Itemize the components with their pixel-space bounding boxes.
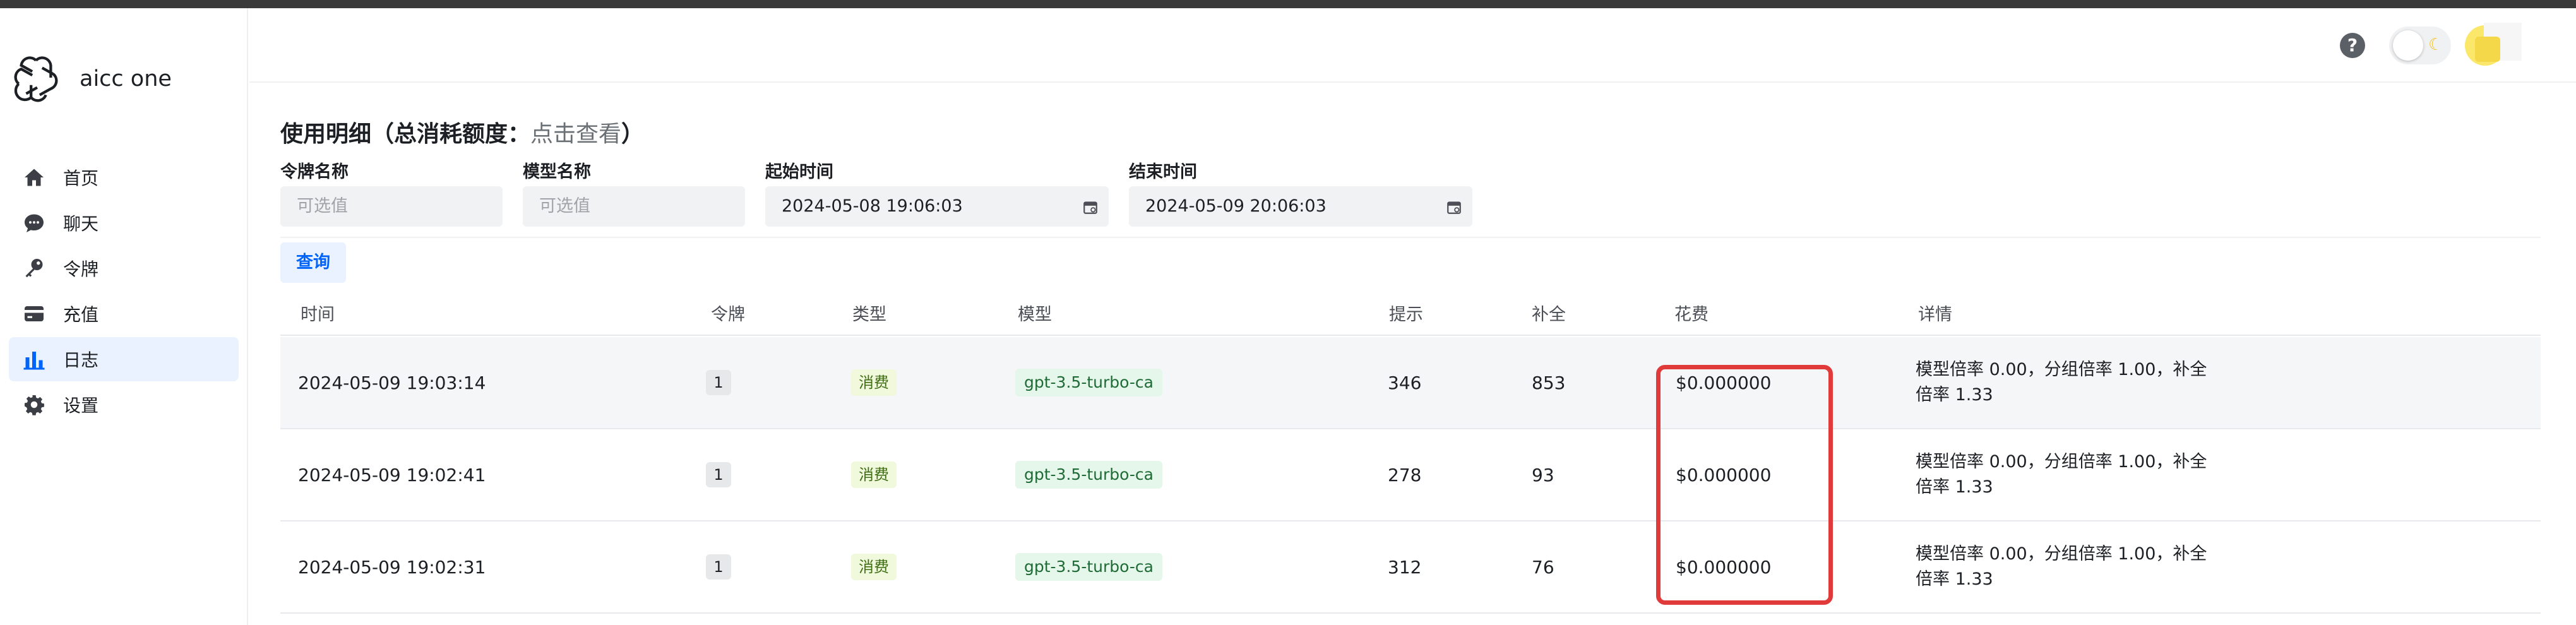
sidebar-item-label: 充值 [63,304,99,325]
calendar-icon[interactable] [1082,199,1099,215]
sidebar-item-logs[interactable]: 日志 [9,337,239,381]
brand[interactable]: aicc one [11,49,172,109]
top-header [249,8,2576,83]
cell-detail-line1: 模型倍率 0.00，分组倍率 1.00，补全 [1916,452,2207,472]
type-tag: 消费 [851,461,897,488]
column-header-completion[interactable]: 补全 [1532,301,1566,325]
end-time-label: 结束时间 [1129,162,1197,182]
logo-icon [14,56,58,102]
start-time-label: 起始时间 [765,162,833,182]
moon-icon: ☾ [2428,35,2443,54]
token-name-label: 令牌名称 [280,162,349,182]
token-tag: 1 [706,370,731,395]
cell-detail-line2: 倍率 1.33 [1916,385,1993,405]
model-name-input[interactable]: 可选值 [523,186,745,227]
help-icon[interactable]: ? [2340,33,2365,58]
column-header-cost[interactable]: 花费 [1674,301,1708,325]
cell-detail-line1: 模型倍率 0.00，分组倍率 1.00，补全 [1916,544,2207,564]
total-quota-link[interactable]: 点击查看 [530,121,621,147]
sidebar-item-home[interactable]: 首页 [9,155,239,199]
column-header-model[interactable]: 模型 [1018,301,1052,325]
sidebar-item-label: 日志 [63,350,99,371]
toggle-knob [2393,30,2423,61]
sidebar-item-label: 聊天 [63,213,99,234]
cell-completion: 76 [1532,557,1554,578]
model-name-label: 模型名称 [523,162,591,182]
query-button[interactable]: 查询 [280,242,346,283]
end-time-value: 2024-05-09 20:06:03 [1145,196,1327,216]
cell-time: 2024-05-09 19:02:31 [298,557,486,578]
column-header-token[interactable]: 令牌 [711,301,745,325]
sidebar: aicc one 首页 聊天 令牌 充值 日志 设置 [0,8,248,625]
cell-detail-line2: 倍率 1.33 [1916,477,1993,497]
end-time-input[interactable]: 2024-05-09 20:06:03 [1129,186,1472,227]
model-tag: gpt-3.5-turbo-ca [1015,461,1162,489]
cell-time: 2024-05-09 19:03:14 [298,372,486,393]
sidebar-item-label: 首页 [63,168,99,189]
cost-highlight-box [1656,365,1833,605]
table-header: 时间 令牌 类型 模型 提示 补全 花费 详情 [280,290,2541,336]
avatar-shape [2475,37,2500,62]
window-top-bar [0,0,2576,8]
type-tag: 消费 [851,554,897,580]
model-tag: gpt-3.5-turbo-ca [1015,553,1162,581]
table-row[interactable]: 2024-05-09 19:02:31 1 消费 gpt-3.5-turbo-c… [280,521,2541,614]
cell-detail-line2: 倍率 1.33 [1916,569,1993,589]
column-header-prompt[interactable]: 提示 [1389,301,1423,325]
avatar[interactable] [2465,23,2528,68]
column-header-detail[interactable]: 详情 [1918,301,1952,325]
cell-prompt: 346 [1388,372,1422,393]
sidebar-item-token[interactable]: 令牌 [9,246,239,290]
chat-icon [25,214,44,232]
column-header-type[interactable]: 类型 [852,301,886,325]
filter-divider [280,237,2541,238]
token-tag: 1 [706,554,731,580]
token-name-input[interactable]: 可选值 [280,186,503,227]
cell-prompt: 278 [1388,465,1422,485]
sidebar-item-topup[interactable]: 充值 [9,292,239,336]
column-header-time[interactable]: 时间 [301,301,335,325]
app-name: aicc one [80,66,172,92]
table-row[interactable]: 2024-05-09 19:02:41 1 消费 gpt-3.5-turbo-c… [280,429,2541,521]
page-title-text: 使用明细（总消耗额度： [280,121,531,147]
model-tag: gpt-3.5-turbo-ca [1015,369,1162,396]
start-time-value: 2024-05-08 19:06:03 [782,196,963,216]
sidebar-item-label: 令牌 [63,259,99,280]
bar-chart-icon [23,352,45,370]
theme-toggle[interactable]: ☾ [2389,27,2451,64]
sidebar-item-label: 设置 [63,395,99,416]
type-tag: 消费 [851,369,897,396]
token-tag: 1 [706,462,731,487]
cell-time: 2024-05-09 19:02:41 [298,465,486,485]
cell-completion: 93 [1532,465,1554,485]
credit-card-icon [25,306,44,321]
key-icon [25,259,43,278]
page-title: 使用明细（总消耗额度：点击查看） [280,116,644,148]
cell-completion: 853 [1532,372,1566,393]
sidebar-item-chat[interactable]: 聊天 [9,201,239,245]
calendar-icon[interactable] [1446,199,1462,215]
table-row[interactable]: 2024-05-09 19:03:14 1 消费 gpt-3.5-turbo-c… [280,337,2541,429]
page-title-end: ） [621,121,645,147]
sidebar-item-settings[interactable]: 设置 [9,383,239,427]
gear-icon [25,395,44,415]
cell-detail-line1: 模型倍率 0.00，分组倍率 1.00，补全 [1916,360,2207,379]
start-time-input[interactable]: 2024-05-08 19:06:03 [765,186,1109,227]
cell-prompt: 312 [1388,557,1422,578]
home-icon [25,169,44,186]
